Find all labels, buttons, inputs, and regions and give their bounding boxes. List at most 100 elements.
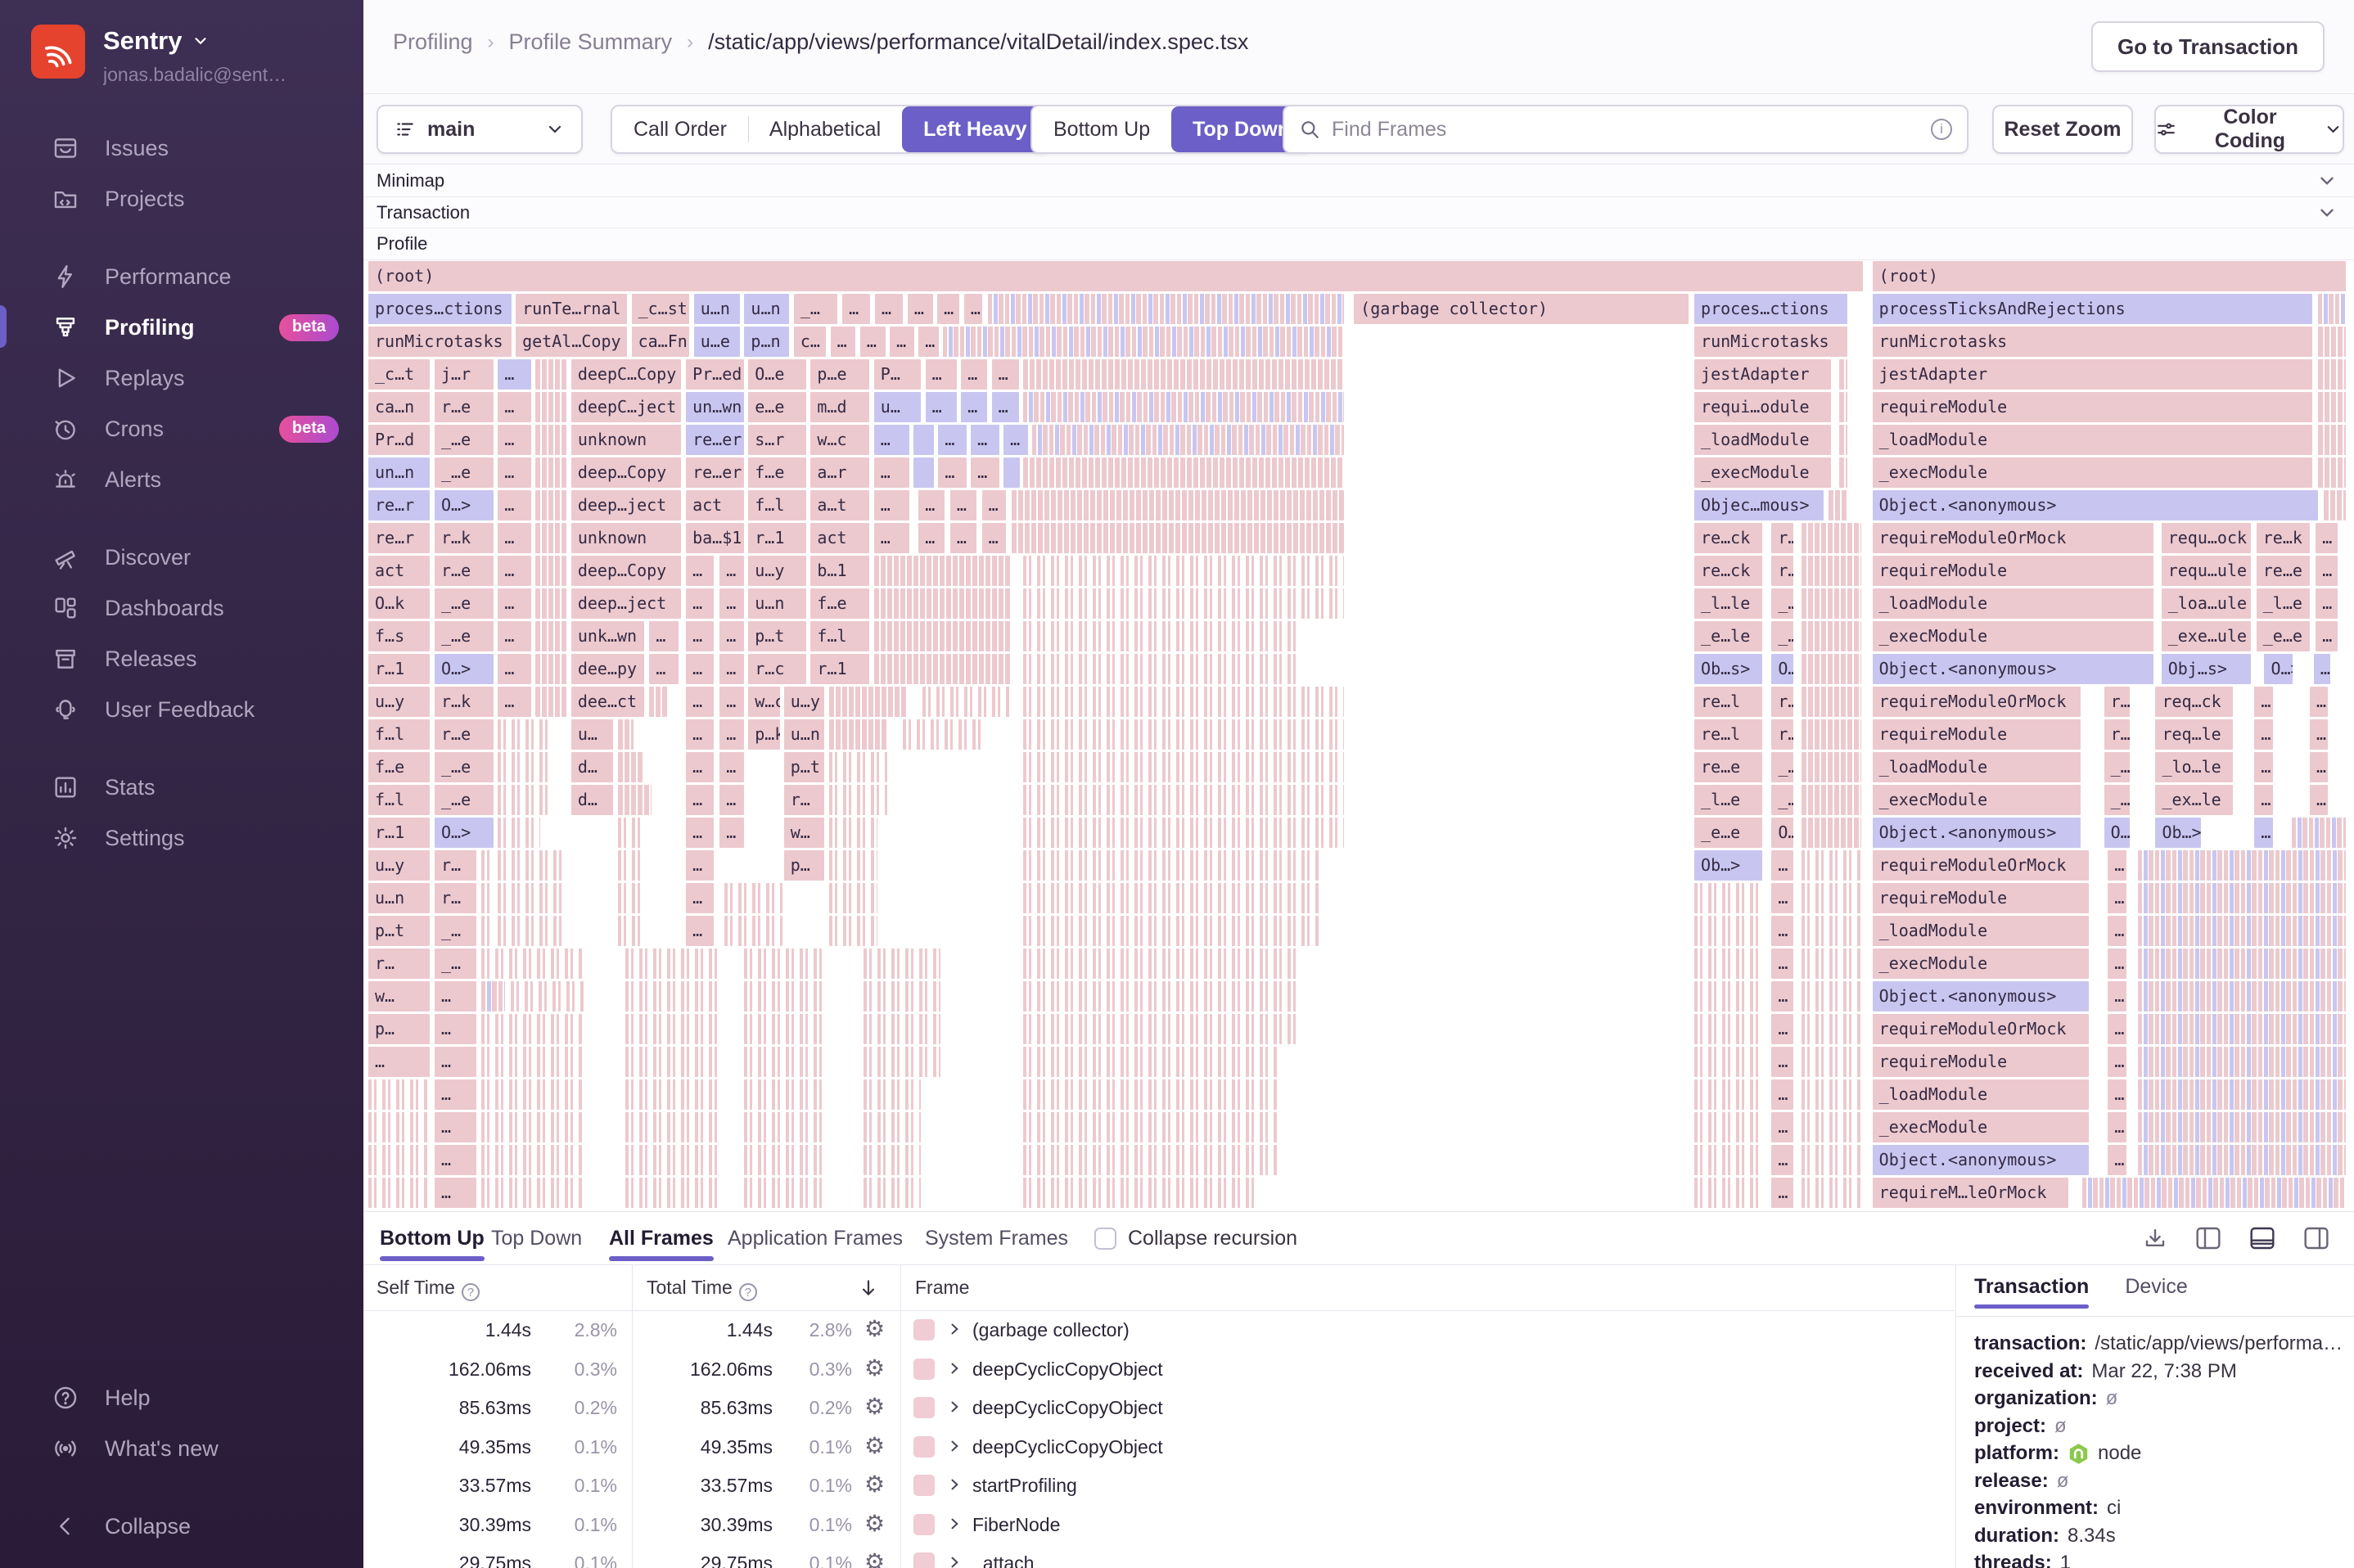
flame-frame[interactable]: … bbox=[2254, 752, 2273, 782]
table-row[interactable]: 162.06ms 0.3% 162.06ms 0.3% ⚙ deepCyclicCopyO… bbox=[363, 1350, 1955, 1390]
minimap-section[interactable]: Minimap bbox=[363, 164, 2354, 197]
flame-frame[interactable]: u…y bbox=[783, 687, 824, 717]
flame-frame[interactable]: … bbox=[981, 490, 1006, 520]
flame-frame[interactable]: … bbox=[907, 294, 933, 324]
flame-frame[interactable]: … bbox=[435, 1178, 477, 1208]
flame-frame-cluster[interactable] bbox=[873, 556, 1012, 586]
flame-frame[interactable]: w…c bbox=[748, 687, 781, 717]
flame-frame[interactable]: … bbox=[1771, 981, 1794, 1012]
flame-frame[interactable]: … bbox=[498, 654, 531, 684]
flame-frame[interactable]: … bbox=[368, 1047, 431, 1077]
flame-frame-cluster[interactable] bbox=[1023, 719, 1345, 750]
flame-frame[interactable]: … bbox=[686, 752, 715, 782]
flame-frame-cluster[interactable] bbox=[2137, 883, 2346, 913]
flame-frame[interactable]: _e…e bbox=[1694, 818, 1762, 848]
flame-frame[interactable]: m…d bbox=[810, 392, 870, 422]
go-to-transaction-button[interactable]: Go to Transaction bbox=[2090, 21, 2325, 72]
flame-frame[interactable]: … bbox=[686, 654, 715, 684]
flame-frame[interactable]: Object.<anonymous> bbox=[1872, 490, 2319, 520]
layout-left-icon[interactable] bbox=[2195, 1226, 2221, 1250]
flame-frame[interactable]: _… bbox=[1771, 621, 1794, 651]
flame-frame[interactable]: r…1 bbox=[368, 654, 431, 684]
layout-bottom-icon[interactable] bbox=[2249, 1226, 2275, 1250]
flame-frame[interactable]: O… bbox=[2104, 818, 2131, 848]
flame-frame[interactable]: dee…py bbox=[570, 654, 644, 684]
flame-frame[interactable]: req…le bbox=[2155, 719, 2234, 750]
flame-frame[interactable]: … bbox=[686, 556, 715, 586]
flame-frame-cluster[interactable] bbox=[1801, 1178, 1861, 1208]
flame-frame-cluster[interactable] bbox=[1694, 1079, 1765, 1110]
sidebar-footer-collapse[interactable]: Collapse bbox=[0, 1501, 363, 1552]
flame-frame-cluster[interactable] bbox=[535, 523, 567, 553]
flame-frame-cluster[interactable] bbox=[1801, 1112, 1861, 1142]
flame-frame[interactable]: … bbox=[1003, 425, 1028, 455]
flame-frame[interactable]: … bbox=[719, 818, 744, 848]
flame-frame-cluster[interactable] bbox=[1023, 1112, 1279, 1142]
flame-frame[interactable]: d… bbox=[570, 752, 614, 782]
tab-system-frames[interactable]: System Frames bbox=[925, 1212, 1068, 1264]
flame-frame[interactable]: _…e bbox=[435, 752, 494, 782]
flame-frame-cluster[interactable] bbox=[873, 621, 1012, 651]
flame-frame-cluster[interactable] bbox=[1694, 1014, 1765, 1044]
flame-frame[interactable]: u…n bbox=[693, 294, 740, 324]
flame-frame-cluster[interactable] bbox=[2081, 1178, 2346, 1208]
flame-frame[interactable]: requ…ule bbox=[2161, 556, 2251, 586]
flame-frame[interactable]: u…n bbox=[368, 883, 431, 913]
flame-frame-cluster[interactable] bbox=[1801, 818, 1861, 848]
flame-frame-cluster[interactable] bbox=[535, 359, 567, 390]
flame-frame[interactable]: u… bbox=[570, 719, 614, 750]
flame-frame-cluster[interactable] bbox=[829, 752, 887, 782]
flame-frame[interactable]: Object.<anonymous> bbox=[1872, 818, 2081, 848]
flame-frame[interactable]: … bbox=[686, 621, 715, 651]
flame-frame[interactable]: … bbox=[498, 490, 531, 520]
flame-frame-cluster[interactable] bbox=[368, 1079, 431, 1110]
flame-frame[interactable]: _exe…ule bbox=[2161, 621, 2251, 651]
flame-frame[interactable]: u…n bbox=[783, 719, 824, 750]
flame-frame-cluster[interactable] bbox=[368, 1145, 431, 1175]
flame-frame[interactable]: … bbox=[686, 785, 715, 815]
flame-frame-cluster[interactable] bbox=[1023, 687, 1345, 717]
flame-frame[interactable]: b…1 bbox=[810, 556, 870, 586]
flame-frame[interactable]: w… bbox=[783, 818, 824, 848]
flame-frame[interactable]: … bbox=[925, 359, 957, 390]
flame-frame[interactable]: _loa…ule bbox=[2161, 588, 2251, 619]
flame-frame-cluster[interactable] bbox=[1023, 359, 1345, 390]
flame-frame-cluster[interactable] bbox=[2137, 948, 2346, 979]
flame-frame[interactable]: u… bbox=[873, 392, 922, 422]
frame-name[interactable]: _attach bbox=[972, 1552, 1034, 1568]
sort-call-order[interactable]: Call Order bbox=[612, 106, 748, 152]
flame-frame[interactable]: _c…st bbox=[631, 294, 690, 324]
flame-frame[interactable]: _… bbox=[1771, 588, 1794, 619]
flame-frame[interactable]: getAl…Copy bbox=[516, 327, 627, 357]
flame-frame[interactable]: w… bbox=[368, 981, 431, 1012]
flame-frame-cluster[interactable] bbox=[2317, 359, 2346, 390]
flame-frame-cluster[interactable] bbox=[1694, 981, 1765, 1012]
tab-bottom-up[interactable]: Bottom Up bbox=[380, 1212, 485, 1264]
flame-frame[interactable]: p…e bbox=[810, 359, 870, 390]
flame-frame[interactable]: … bbox=[435, 1047, 477, 1077]
flame-frame-cluster[interactable] bbox=[1694, 916, 1765, 946]
flame-frame[interactable]: _execModule bbox=[1872, 948, 2089, 979]
sidebar-item-releases[interactable]: Releases bbox=[0, 633, 363, 684]
flame-frame[interactable]: … bbox=[2316, 523, 2338, 553]
flame-frame[interactable]: re…ck bbox=[1694, 523, 1762, 553]
chevron-down-icon[interactable] bbox=[2316, 170, 2338, 191]
org-switcher[interactable]: Sentry jonas.badalic@sent… bbox=[31, 25, 286, 86]
flame-frame-cluster[interactable] bbox=[2292, 818, 2346, 848]
flame-frame[interactable]: _lo…le bbox=[2155, 752, 2234, 782]
flame-frame-cluster[interactable] bbox=[535, 425, 567, 455]
flame-frame-cluster[interactable] bbox=[1838, 457, 1847, 488]
flame-frame[interactable]: _loadModule bbox=[1872, 916, 2089, 946]
flame-frame[interactable]: deep…Copy bbox=[570, 457, 682, 488]
flame-frame-cluster[interactable] bbox=[2137, 1145, 2346, 1175]
flame-frame[interactable]: … bbox=[859, 327, 886, 357]
frame-name[interactable]: FiberNode bbox=[972, 1514, 1060, 1536]
flame-frame[interactable]: _…e bbox=[435, 785, 494, 815]
flame-frame[interactable]: act bbox=[810, 523, 870, 553]
flame-frame[interactable]: O…e bbox=[748, 359, 806, 390]
flame-frame-cluster[interactable] bbox=[625, 1079, 724, 1110]
flame-frame[interactable]: r… bbox=[2104, 719, 2131, 750]
flame-frame[interactable]: re…r bbox=[368, 490, 431, 520]
flame-frame-cluster[interactable] bbox=[1801, 785, 1861, 815]
flame-frame-cluster[interactable] bbox=[1801, 588, 1861, 619]
